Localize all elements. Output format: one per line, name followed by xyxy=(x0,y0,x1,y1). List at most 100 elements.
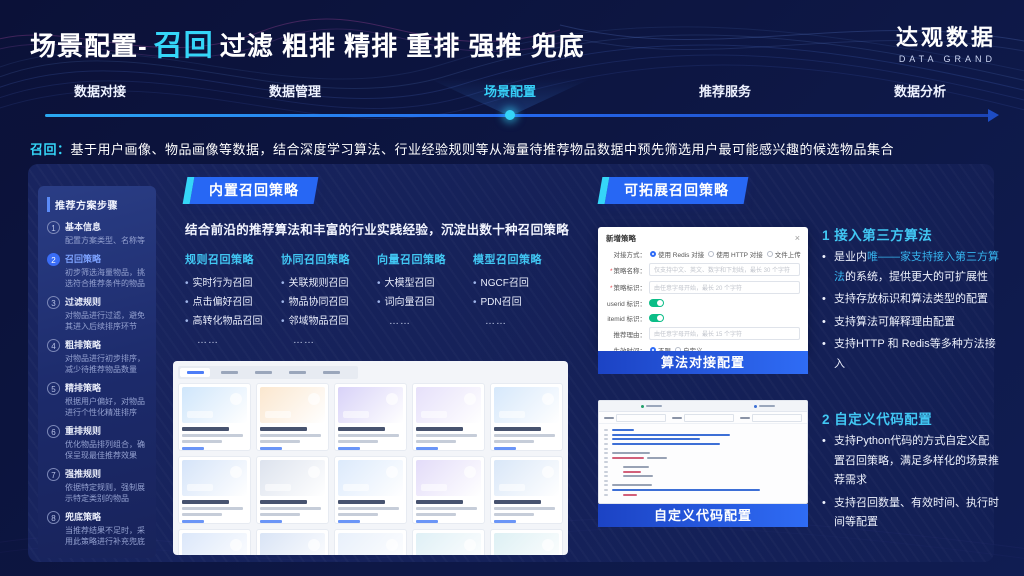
card-illustration xyxy=(494,533,559,555)
strategy-card[interactable] xyxy=(334,456,407,524)
strategy-card[interactable] xyxy=(256,456,329,524)
builtin-strategy-item: •物品协同召回 xyxy=(281,293,377,312)
line-number-placeholder xyxy=(604,466,608,468)
text-input[interactable]: 仅支持中文、英文、数字和下划线，最长 30 个字符 xyxy=(649,263,800,276)
radio-option[interactable]: 使用 Redis 对接 xyxy=(650,249,704,259)
strategy-card[interactable] xyxy=(178,383,251,451)
gallery-tab-4[interactable] xyxy=(282,368,312,377)
radio-icon xyxy=(708,251,714,257)
builtin-strategies-badge: 内置召回策略 xyxy=(190,177,319,204)
strategy-card[interactable] xyxy=(178,456,251,524)
sidebar-step-1[interactable]: 1基本信息配置方案类型、名称等 xyxy=(47,221,147,246)
card-desc-placeholder xyxy=(182,434,243,437)
required-asterisk: * xyxy=(610,268,613,275)
recommendation-steps-sidebar: 推荐方案步骤 1基本信息配置方案类型、名称等 2召回策略初步筛选海量物品，挑选符合… xyxy=(38,186,156,558)
sidebar-step-3[interactable]: 3过滤规则对物品进行过滤，避免其进入后续排序环节 xyxy=(47,296,147,332)
radio-option[interactable]: 使用 HTTP 对接 xyxy=(708,249,762,259)
text-input[interactable]: 由任意字母开始，最长 15 个字符 xyxy=(649,327,800,340)
gallery-tab-2[interactable] xyxy=(214,368,244,377)
line-number-placeholder xyxy=(604,475,608,477)
section-2-bullets: •支持Python代码的方式自定义配置召回策略，满足多样化的场景推荐需求•支持召… xyxy=(822,432,1000,536)
gallery-tab-1[interactable] xyxy=(180,368,210,377)
code-segment xyxy=(612,452,650,454)
code-segment xyxy=(612,429,634,431)
card-illustration xyxy=(260,460,325,496)
slide-recall-scene-config: 场景配置-召回过滤 粗排 精排 重排 强推 兜底 达观数据 DATA GRAND… xyxy=(0,0,1024,576)
card-title-placeholder xyxy=(494,427,541,431)
text-input[interactable]: 由任意字母开始，最长 20 个字符 xyxy=(649,281,800,294)
step-number: 5 xyxy=(47,382,60,395)
gallery-tab-5[interactable] xyxy=(316,368,346,377)
strategy-card[interactable] xyxy=(334,529,407,555)
code-segment xyxy=(612,434,730,436)
card-illustration xyxy=(182,533,247,555)
code-segment xyxy=(647,457,667,459)
bullet-icon: • xyxy=(822,290,834,310)
line-number-placeholder xyxy=(604,438,608,440)
strategy-card[interactable] xyxy=(490,456,563,524)
builtin-strategy-item: •PDN召回 xyxy=(473,293,569,312)
radio-option[interactable]: 文件上传 xyxy=(767,249,801,259)
toggle-switch-on[interactable] xyxy=(649,299,664,307)
mode-radio-row: 对接方式：使用 Redis 对接使用 HTTP 对接文件上传 xyxy=(606,249,800,259)
sidebar-step-4[interactable]: 4粗排策略对物品进行初步排序，减少待推荐物品数量 xyxy=(47,339,147,375)
bullet-text: 支持召回数量、有效时间、执行时间等配置 xyxy=(834,494,1000,533)
strategy-card[interactable] xyxy=(256,529,329,555)
code-editor-body[interactable] xyxy=(599,424,807,501)
card-desc-placeholder xyxy=(260,440,300,443)
recall-term: 召回： xyxy=(30,142,71,157)
feature-bullet: •支持算法可解释理由配置 xyxy=(822,313,1000,333)
stepper-item-1[interactable]: 数据对接 xyxy=(74,81,126,100)
bullet-icon: • xyxy=(281,297,285,308)
stepper-item-4[interactable]: 推荐服务 xyxy=(699,81,751,100)
strategy-card[interactable] xyxy=(178,529,251,555)
sidebar-step-8[interactable]: 8兜底策略当推荐结果不足时，采用此策略进行补充兜底 xyxy=(47,511,147,547)
strategy-card[interactable] xyxy=(334,383,407,451)
card-title-placeholder xyxy=(182,500,229,504)
brand-logo-cn: 达观数据 xyxy=(896,20,996,52)
stepper-item-5[interactable]: 数据分析 xyxy=(894,81,946,100)
card-desc-placeholder xyxy=(182,507,243,510)
card-link-placeholder xyxy=(494,447,516,450)
card-desc-placeholder xyxy=(260,507,321,510)
stepper-timeline xyxy=(45,114,990,117)
builtin-column-3: 向量召回策略•大模型召回•词向量召回…… xyxy=(377,251,473,350)
code-segment xyxy=(612,489,760,491)
brand-logo-en: DATA GRAND xyxy=(896,54,996,64)
more-ellipsis: …… xyxy=(185,331,281,350)
card-title-placeholder xyxy=(338,427,385,431)
reason-row: 推荐理由：由任意字母开始，最长 15 个字符 xyxy=(606,327,800,340)
step-text: 兜底策略当推荐结果不足时，采用此策略进行补充兜底 xyxy=(65,511,147,547)
code-segment xyxy=(612,466,620,468)
line-number-placeholder xyxy=(604,471,608,473)
code-segment xyxy=(612,494,620,496)
card-illustration xyxy=(338,533,403,555)
close-icon[interactable]: × xyxy=(795,234,800,243)
strategy-card[interactable] xyxy=(490,529,563,555)
gallery-tab-3[interactable] xyxy=(248,368,278,377)
sidebar-step-5[interactable]: 5精排策略根据用户偏好，对物品进行个性化精准排序 xyxy=(47,382,147,418)
card-title-placeholder xyxy=(260,427,307,431)
sidebar-step-2[interactable]: 2召回策略初步筛选海量物品，挑选符合推荐条件的物品 xyxy=(47,253,147,289)
sidebar-step-7[interactable]: 7强推规则依据特定规则，强制展示特定类别的物品 xyxy=(47,468,147,504)
code-tab-active[interactable] xyxy=(641,405,662,408)
sidebar-title: 推荐方案步骤 xyxy=(47,197,147,212)
tab-label-placeholder xyxy=(221,371,238,374)
strategy-card[interactable] xyxy=(256,383,329,451)
strategy-id-row: *策略标识：由任意字母开始，最长 20 个字符 xyxy=(606,281,800,294)
stepper-item-2[interactable]: 数据管理 xyxy=(269,81,321,100)
toggle-switch-on[interactable] xyxy=(649,314,664,322)
strategy-card[interactable] xyxy=(412,529,485,555)
strategy-card[interactable] xyxy=(412,456,485,524)
step-desc: 配置方案类型、名称等 xyxy=(65,235,145,246)
code-segment xyxy=(623,471,641,473)
step-desc: 优化物品排列组合，确保呈现最佳推荐效果 xyxy=(65,439,147,461)
extensible-strategies-badge: 可拓展召回策略 xyxy=(605,177,749,204)
strategy-card[interactable] xyxy=(490,383,563,451)
strategy-card[interactable] xyxy=(412,383,485,451)
card-link-placeholder xyxy=(260,520,282,523)
sidebar-step-6[interactable]: 6重排规则优化物品排列组合，确保呈现最佳推荐效果 xyxy=(47,425,147,461)
code-tab-secondary[interactable] xyxy=(754,405,775,408)
step-text: 基本信息配置方案类型、名称等 xyxy=(65,221,145,246)
step-title: 重排规则 xyxy=(65,425,147,437)
